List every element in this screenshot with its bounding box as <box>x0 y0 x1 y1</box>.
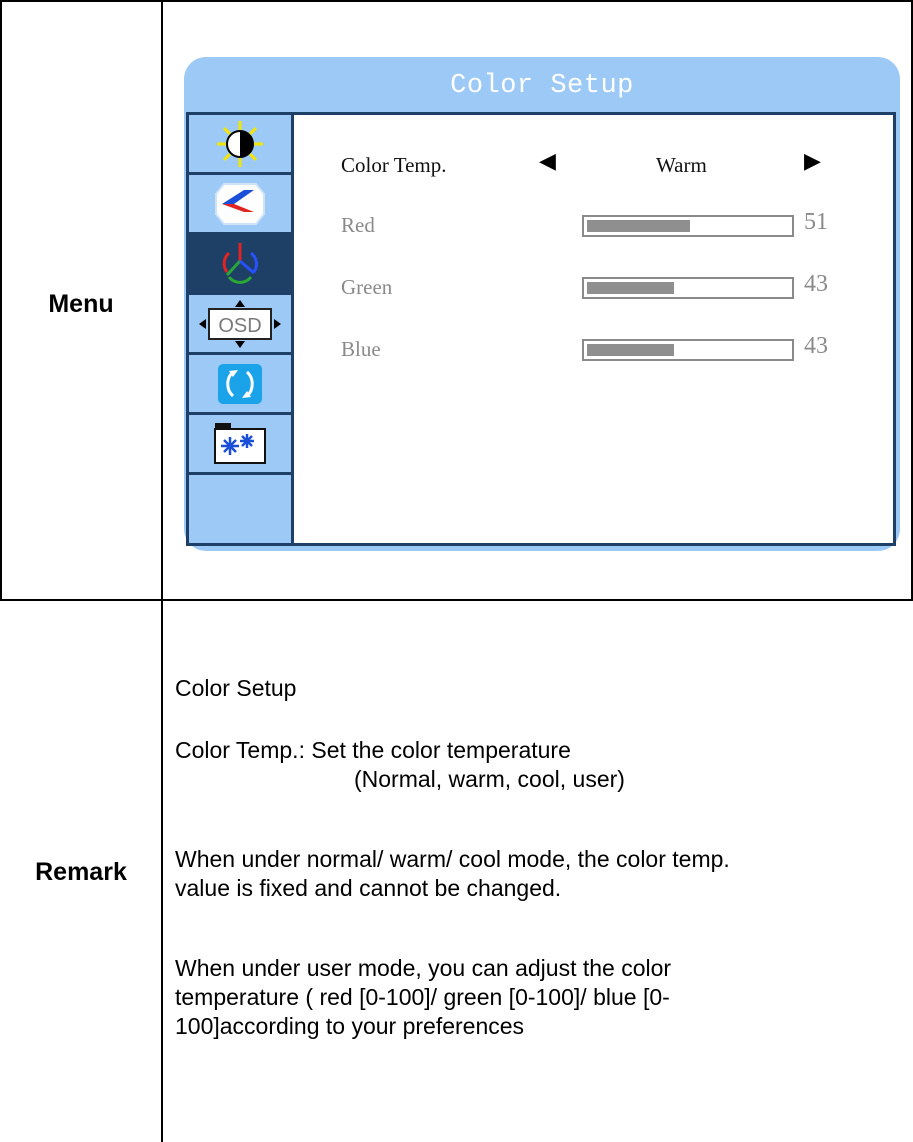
nav-item-misc[interactable] <box>189 415 291 475</box>
remark-color-temp-line: Color Temp.: Set the color temperature <box>175 737 571 763</box>
nav-item-reset[interactable] <box>189 355 291 415</box>
table-column-divider <box>161 0 163 1142</box>
channel-slider-red[interactable] <box>582 215 794 237</box>
nav-item-brightness[interactable] <box>189 115 291 175</box>
brightness-contrast-icon <box>217 120 263 167</box>
reset-icon <box>218 363 262 404</box>
table-top-border <box>0 0 913 2</box>
channel-slider-green[interactable] <box>582 277 794 299</box>
osd-frame: OSD Color Temp. ◀ Warm ▶ Red 51 Green 43… <box>186 112 896 546</box>
channel-label-blue: Blue <box>341 337 381 361</box>
channel-value-green: 43 <box>804 271 828 297</box>
channel-slider-blue[interactable] <box>582 339 794 361</box>
remark-color-temp-options: (Normal, warm, cool, user) <box>354 766 625 792</box>
channel-label-green: Green <box>341 275 393 299</box>
remark-fixed-mode-line2: value is fixed and cannot be changed. <box>175 875 562 901</box>
color-temp-right-arrow-icon[interactable]: ▶ <box>804 149 821 174</box>
color-temp-label: Color Temp. <box>341 153 447 177</box>
nav-item-color[interactable] <box>189 235 291 295</box>
remark-row-label: Remark <box>35 858 127 886</box>
remark-user-mode-line1: When under user mode, you can adjust the… <box>175 955 672 981</box>
color-temp-left-arrow-icon[interactable]: ◀ <box>539 149 556 174</box>
remark-user-mode-line2: temperature ( red [0-100]/ green [0-100]… <box>175 984 670 1010</box>
table-row-divider <box>0 599 913 601</box>
osd-content: Color Temp. ◀ Warm ▶ Red 51 Green 43 Blue 43 <box>294 115 893 543</box>
channel-slider-fill <box>587 220 690 232</box>
osd-position-icon: OSD <box>199 299 281 348</box>
channel-value-blue: 43 <box>804 333 828 359</box>
nav-item-osd[interactable]: OSD <box>189 295 291 355</box>
channel-slider-fill <box>587 282 674 294</box>
remark-user-mode-line3: 100]according to your preferences <box>175 1013 525 1039</box>
osd-title: Color Setup <box>450 71 634 101</box>
osd-menu: Color Setup OSD Color Temp. ◀ Warm ▶ Red… <box>184 57 900 551</box>
remark-heading: Color Setup <box>175 675 297 701</box>
menu-row-label: Menu <box>48 290 114 318</box>
channel-label-red: Red <box>341 213 375 237</box>
osd-icon-text: OSD <box>218 315 261 337</box>
channel-value-red: 51 <box>804 209 828 235</box>
color-temp-value: Warm <box>656 153 707 177</box>
channel-slider-fill <box>587 344 674 356</box>
remark-fixed-mode-line1: When under normal/ warm/ cool mode, the … <box>175 846 730 872</box>
osd-sidebar: OSD <box>189 115 294 543</box>
misc-settings-icon <box>214 422 266 464</box>
nav-item-image[interactable] <box>189 175 291 235</box>
image-setup-icon <box>215 182 265 225</box>
color-setup-icon <box>222 242 258 284</box>
